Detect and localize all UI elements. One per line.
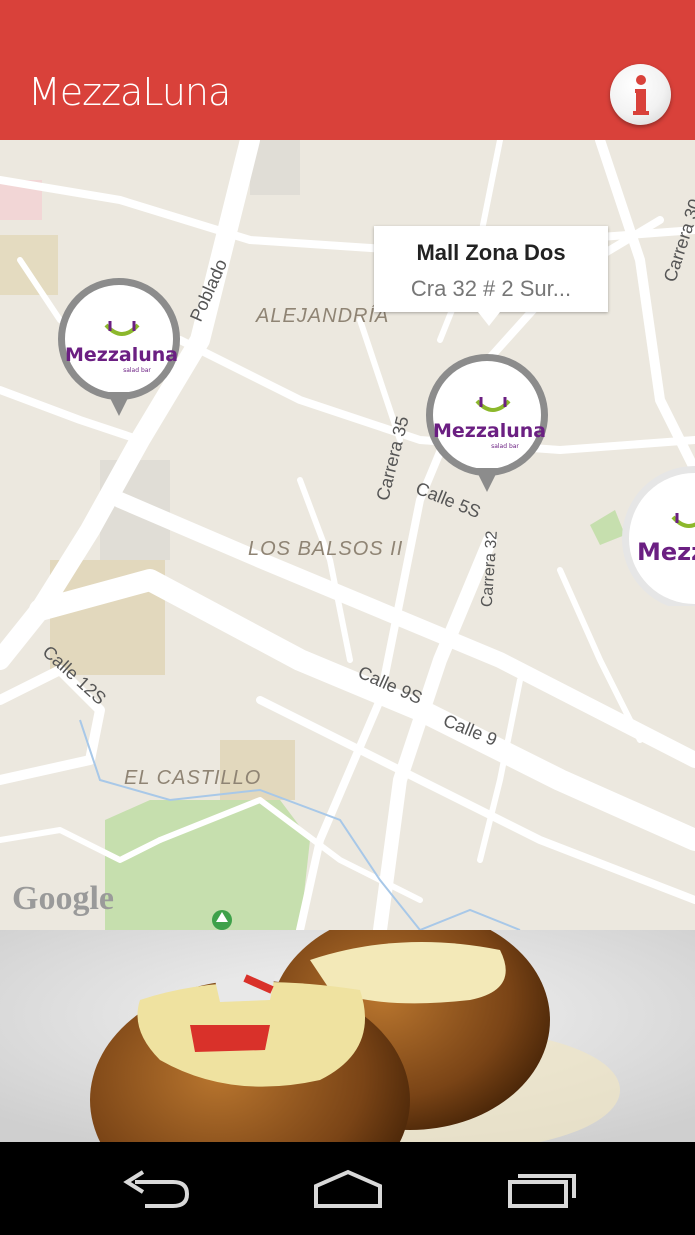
back-button[interactable] [115, 1164, 195, 1214]
food-image [0, 930, 695, 1142]
map-view[interactable]: ALEJANDRÍA LOS BALSOS II EL CASTILLO Pob… [0, 140, 695, 930]
info-icon [633, 75, 649, 115]
marker-sub: salad bar [123, 367, 151, 374]
info-window-title: Mall Zona Dos [416, 240, 566, 265]
recents-button[interactable] [502, 1164, 582, 1214]
info-window-address: Cra 32 # 2 Sur... [410, 276, 572, 301]
system-nav-bar [0, 1142, 695, 1235]
restaurant-marker-selected[interactable]: Mezzaluna salad bar [426, 354, 548, 494]
home-button[interactable] [308, 1164, 388, 1214]
marker-tail [107, 392, 131, 416]
app-title: MezzaLuna [28, 70, 231, 114]
smile-logo-icon [671, 513, 695, 528]
map-attribution: Google [12, 880, 114, 917]
info-window-tail [478, 312, 500, 326]
marker-sub: salad bar [491, 443, 519, 450]
marker-badge: Mezzaluna salad bar [426, 354, 548, 476]
app-bar: MezzaLuna [0, 0, 695, 140]
area-label: ALEJANDRÍA [256, 305, 390, 327]
info-window[interactable]: Mall Zona Dos Cra 32 # 2 Sur... [374, 226, 608, 326]
recents-icon [508, 1174, 576, 1208]
restaurant-marker[interactable]: Mezzaluna salad bar [58, 278, 180, 418]
area-label: LOS BALSOS II [248, 538, 404, 560]
marker-badge: Mezzaluna salad bar [58, 278, 180, 400]
restaurant-marker[interactable]: Mezz [622, 466, 695, 606]
marker-tail [475, 468, 499, 492]
marker-brand: Mezzaluna [65, 344, 179, 366]
marker-brand: Mezz [637, 538, 695, 566]
back-icon [123, 1170, 190, 1208]
marker-badge: Mezz [622, 466, 695, 606]
home-icon [314, 1169, 382, 1208]
smile-logo-icon [104, 321, 140, 336]
info-button[interactable] [610, 64, 671, 125]
smile-logo-icon [475, 397, 511, 412]
area-label: EL CASTILLO [124, 767, 262, 789]
marker-brand: Mezzaluna [433, 420, 547, 442]
food-photo [0, 930, 695, 1142]
